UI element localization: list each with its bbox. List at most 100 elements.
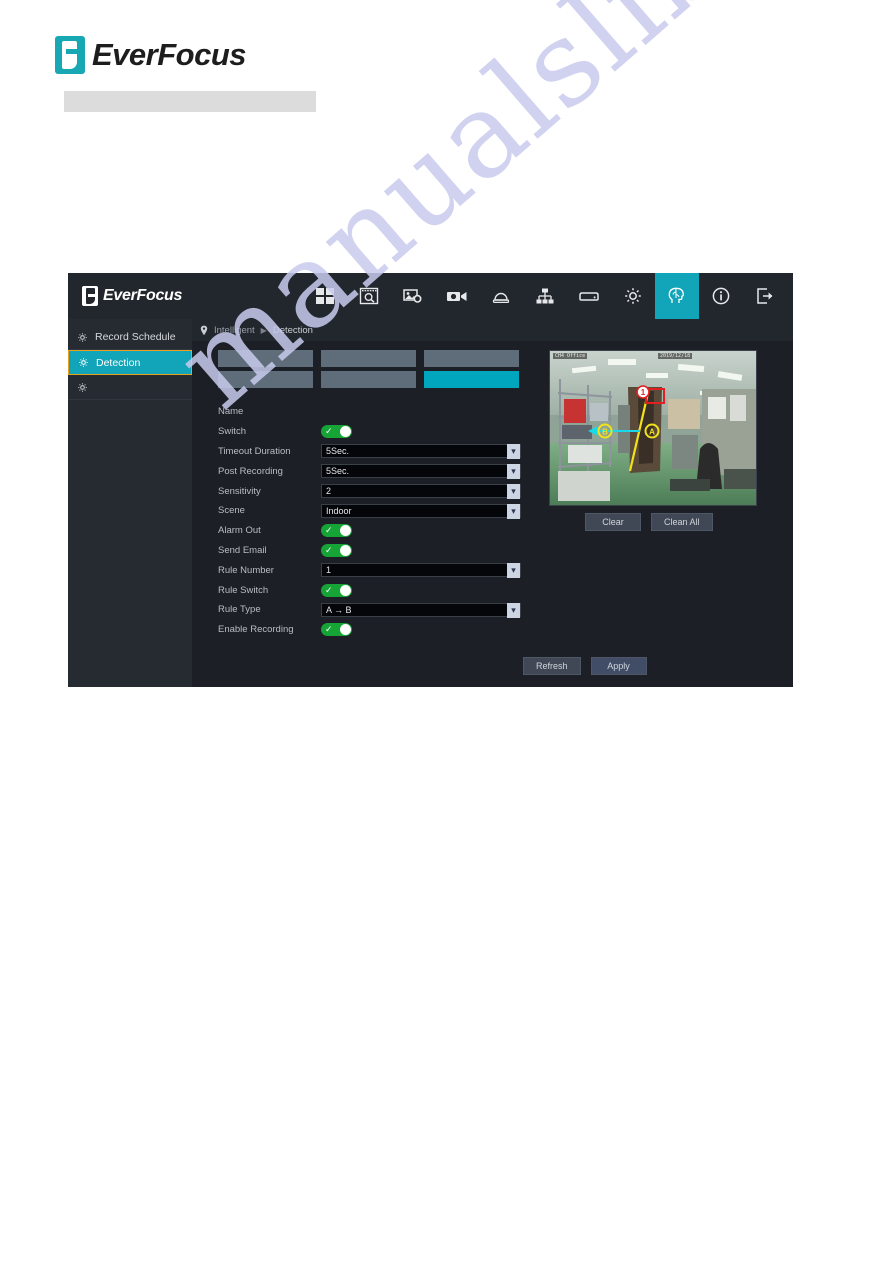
field-label: Enable Recording: [218, 624, 294, 636]
image-settings-icon: [403, 289, 422, 303]
chevron-down-icon[interactable]: ▾: [507, 503, 520, 519]
dvr-body: Record Schedule Detection Intelligent ▶ …: [68, 319, 793, 687]
toolbar-network[interactable]: [523, 273, 567, 319]
channel-tab[interactable]: [218, 350, 313, 367]
playback-search-icon: [359, 287, 379, 305]
field-label: Post Recording: [218, 465, 283, 477]
select-value: A → B: [326, 604, 352, 615]
gear-icon: [78, 332, 87, 342]
field-label: Scene: [218, 505, 245, 517]
info-icon: [712, 287, 730, 305]
enable-recording-toggle[interactable]: ✓: [321, 623, 352, 637]
chevron-down-icon[interactable]: ▾: [507, 602, 520, 618]
refresh-button[interactable]: Refresh: [523, 657, 581, 675]
post-recording-select[interactable]: 5Sec. ▾: [321, 464, 521, 480]
field-label: Sensitivity: [218, 485, 261, 497]
field-label: Rule Number: [218, 564, 274, 576]
gear-icon: [78, 382, 87, 392]
clear-button[interactable]: Clear: [585, 513, 641, 531]
scene-select[interactable]: Indoor ▾: [321, 503, 521, 519]
brand-name: EverFocus: [92, 37, 247, 72]
marker-a-label: A: [649, 428, 655, 437]
dvr-logo-text: EverFocus: [103, 287, 183, 304]
toolbar-playback-search[interactable]: [347, 273, 391, 319]
dvr-logo: EverFocus: [68, 286, 258, 306]
chevron-down-icon[interactable]: ▾: [507, 464, 520, 480]
sidebar-item-record-schedule[interactable]: Record Schedule: [68, 325, 192, 350]
chevron-down-icon[interactable]: ▾: [507, 444, 520, 460]
breadcrumb-root[interactable]: Intelligent: [214, 325, 255, 336]
channel-tab[interactable]: [218, 371, 313, 388]
live-preview[interactable]: A B 1 CH4 Office 2019/12/18: [549, 350, 757, 506]
page-root: EverFocus EverFocus Record Schedule Dete…: [0, 0, 893, 1263]
switch-toggle[interactable]: ✓: [321, 425, 352, 439]
field-label: Send Email: [218, 544, 267, 556]
toolbar-logout[interactable]: [743, 273, 787, 319]
logout-icon: [757, 288, 773, 304]
rule-number-select[interactable]: 1 ▾: [321, 563, 521, 579]
channel-tab[interactable]: [321, 371, 416, 388]
toolbar-storage-disk[interactable]: [567, 273, 611, 319]
field-row-scene: Scene Indoor ▾: [218, 501, 544, 521]
marker-b-label: B: [602, 428, 608, 437]
toggle-knob: [340, 624, 351, 636]
chevron-down-icon[interactable]: ▾: [507, 484, 520, 500]
timeout-duration-select[interactable]: 5Sec. ▾: [321, 444, 521, 460]
select-value: 5Sec.: [326, 466, 350, 477]
toggle-knob: [340, 426, 351, 438]
toolbar-info[interactable]: [699, 273, 743, 319]
field-row-enable-recording: Enable Recording ✓: [218, 620, 544, 640]
field-row-rule-type: Rule Type A → B ▾: [218, 600, 544, 620]
network-icon: [536, 288, 554, 304]
everfocus-mark-icon-small: [82, 286, 98, 306]
apply-button[interactable]: Apply: [590, 657, 647, 675]
field-row-switch: Switch ✓: [218, 422, 544, 442]
select-value: Indoor: [326, 505, 352, 516]
rule-number-badge: 1: [641, 388, 646, 397]
channel-tab-selected[interactable]: [424, 371, 519, 388]
toolbar-alarm-bell[interactable]: [479, 273, 523, 319]
sidebar-item-detection[interactable]: Detection: [68, 350, 192, 375]
system-gear-icon: [625, 288, 641, 304]
field-row-rule-switch: Rule Switch ✓: [218, 580, 544, 600]
field-label: Name: [218, 406, 244, 418]
panes: Name Switch ✓ Timeout Duration 5Sec. ▾ P…: [192, 341, 793, 640]
location-pin-icon: [200, 325, 208, 335]
intelligent-head-icon: [668, 287, 684, 303]
rule-type-select[interactable]: A → B ▾: [321, 602, 521, 618]
toolbar-image-settings[interactable]: [391, 273, 435, 319]
toolbar-live-view-grid[interactable]: [303, 273, 347, 319]
settings-pane: Name Switch ✓ Timeout Duration 5Sec. ▾ P…: [192, 350, 544, 640]
sidebar-item-label: Record Schedule: [95, 331, 176, 343]
dvr-toolbar: EverFocus: [68, 273, 793, 319]
field-row-alarm-out: Alarm Out ✓: [218, 521, 544, 541]
toggle-knob: [340, 584, 351, 596]
field-label: Rule Type: [218, 604, 261, 616]
send-email-toggle[interactable]: ✓: [321, 543, 352, 557]
check-icon: ✓: [325, 584, 333, 595]
channel-tab[interactable]: [321, 350, 416, 367]
field-row-post-recording: Post Recording 5Sec. ▾: [218, 461, 544, 481]
field-label: Switch: [218, 426, 246, 438]
dvr-window: EverFocus Record Schedule Detection Inte…: [68, 273, 793, 687]
field-row-sensitivity: Sensitivity 2 ▾: [218, 481, 544, 501]
toolbar-system-gear[interactable]: [611, 273, 655, 319]
field-row-name: Name: [218, 402, 544, 422]
toolbar-intelligent[interactable]: [655, 273, 699, 319]
channel-tab[interactable]: [424, 350, 519, 367]
sensitivity-select[interactable]: 2 ▾: [321, 484, 521, 500]
gear-icon: [79, 358, 88, 367]
toolbar-icon-group: [303, 273, 787, 319]
rule-switch-toggle[interactable]: ✓: [321, 583, 352, 597]
toggle-knob: [340, 525, 351, 537]
toolbar-camera-record[interactable]: [435, 273, 479, 319]
sidebar-item-redacted[interactable]: [68, 375, 192, 400]
osd-timestamp: 2019/12/18: [658, 353, 693, 359]
sidebar-item-label: Detection: [96, 356, 141, 369]
check-icon: ✓: [325, 544, 333, 555]
action-button-row: Refresh Apply: [523, 657, 647, 675]
alarm-out-toggle[interactable]: ✓: [321, 524, 352, 538]
clean-all-button[interactable]: Clean All: [651, 513, 713, 531]
chevron-down-icon[interactable]: ▾: [507, 563, 520, 579]
field-label: Rule Switch: [218, 584, 269, 596]
